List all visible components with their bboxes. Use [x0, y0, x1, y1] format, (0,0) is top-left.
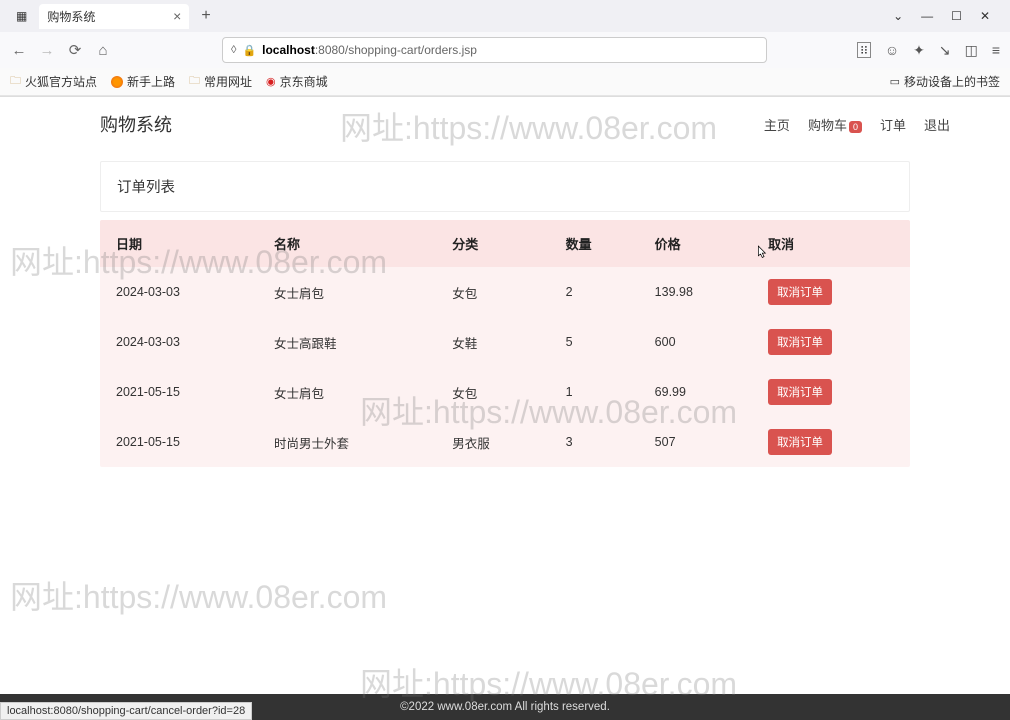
- cell-date: 2024-03-03: [100, 317, 262, 367]
- col-price: 价格: [643, 220, 756, 267]
- col-category: 分类: [440, 220, 553, 267]
- top-nav: 购物系统 主页 购物车0 订单 退出: [0, 97, 1010, 151]
- cancel-order-button[interactable]: 取消订单: [768, 379, 832, 405]
- minimize-icon[interactable]: —: [921, 9, 933, 23]
- cell-price: 69.99: [643, 367, 756, 417]
- cell-price: 600: [643, 317, 756, 367]
- cell-date: 2024-03-03: [100, 267, 262, 317]
- cell-qty: 1: [554, 367, 643, 417]
- nav-home[interactable]: 主页: [764, 115, 790, 134]
- status-bar: localhost:8080/shopping-cart/cancel-orde…: [0, 702, 252, 720]
- cell-name: 时尚男士外套: [262, 417, 440, 467]
- mobile-icon: ▭: [890, 75, 900, 88]
- folder-icon: 🗀: [10, 72, 21, 91]
- bookmark-jd[interactable]: ◉京东商城: [266, 73, 328, 90]
- orders-table-wrap: 日期 名称 分类 数量 价格 取消 2024-03-03女士肩包女包2139.9…: [100, 220, 910, 467]
- reader-icon[interactable]: ⁝⁝: [857, 42, 871, 58]
- nav-links: 主页 购物车0 订单 退出: [764, 115, 950, 134]
- col-date: 日期: [100, 220, 262, 267]
- chevron-down-icon[interactable]: ⌄: [893, 9, 903, 23]
- nav-orders[interactable]: 订单: [880, 115, 906, 134]
- browser-tab[interactable]: 购物系统 ×: [39, 4, 189, 29]
- cell-date: 2021-05-15: [100, 417, 262, 467]
- tab-bar: ▦ 购物系统 × + ⌄ — ☐ ✕: [0, 0, 1010, 32]
- cell-action: 取消订单: [756, 367, 910, 417]
- table-row: 2024-03-03女士肩包女包2139.98 取消订单: [100, 267, 910, 317]
- folder-icon: 🗀: [189, 72, 200, 91]
- cell-date: 2021-05-15: [100, 367, 262, 417]
- table-row: 2021-05-15时尚男士外套男衣服3507 取消订单: [100, 417, 910, 467]
- card-title: 订单列表: [100, 161, 910, 212]
- cell-action: 取消订单: [756, 417, 910, 467]
- cell-qty: 2: [554, 267, 643, 317]
- close-window-icon[interactable]: ✕: [980, 9, 990, 23]
- cart-badge: 0: [849, 121, 862, 133]
- col-qty: 数量: [554, 220, 643, 267]
- cell-category: 女包: [440, 267, 553, 317]
- cell-name: 女士肩包: [262, 367, 440, 417]
- extensions-icon[interactable]: ✦: [913, 42, 925, 59]
- address-bar[interactable]: ◊ 🔒 localhost:8080/shopping-cart/orders.…: [222, 37, 767, 63]
- tab-title: 购物系统: [47, 8, 95, 25]
- cancel-order-button[interactable]: 取消订单: [768, 429, 832, 455]
- nav-cart[interactable]: 购物车0: [808, 115, 862, 134]
- cell-category: 女鞋: [440, 317, 553, 367]
- lock-icon: 🔒: [242, 44, 256, 57]
- cell-name: 女士高跟鞋: [262, 317, 440, 367]
- brand-title: 购物系统: [100, 111, 172, 137]
- page-content: 购物系统 主页 购物车0 订单 退出 订单列表 日期 名称 分类 数量 价格 取…: [0, 97, 1010, 695]
- cell-action: 取消订单: [756, 267, 910, 317]
- bookmark-mobile[interactable]: ▭移动设备上的书签: [890, 73, 1000, 90]
- account-icon[interactable]: ☺: [885, 42, 899, 59]
- cell-category: 女包: [440, 367, 553, 417]
- reload-button[interactable]: ⟳: [66, 41, 84, 59]
- menu-icon[interactable]: ≡: [992, 42, 1000, 59]
- cancel-order-button[interactable]: 取消订单: [768, 329, 832, 355]
- cell-name: 女士肩包: [262, 267, 440, 317]
- home-button[interactable]: ⌂: [94, 42, 112, 59]
- jd-icon: ◉: [266, 75, 276, 88]
- forward-button: →: [38, 42, 56, 59]
- new-tab-button[interactable]: +: [193, 7, 218, 25]
- maximize-icon[interactable]: ☐: [951, 9, 962, 23]
- bookmark-common[interactable]: 🗀常用网址: [189, 72, 252, 91]
- col-name: 名称: [262, 220, 440, 267]
- close-tab-icon[interactable]: ×: [173, 8, 181, 24]
- table-row: 2024-03-03女士高跟鞋女鞋5600 取消订单: [100, 317, 910, 367]
- col-cancel: 取消: [756, 220, 910, 267]
- cell-category: 男衣服: [440, 417, 553, 467]
- nav-logout[interactable]: 退出: [924, 115, 950, 134]
- sidebar-icon[interactable]: ◫: [965, 42, 978, 59]
- url-bar: ← → ⟳ ⌂ ◊ 🔒 localhost:8080/shopping-cart…: [0, 32, 1010, 68]
- firefox-icon: [111, 76, 123, 88]
- table-row: 2021-05-15女士肩包女包169.99 取消订单: [100, 367, 910, 417]
- cancel-order-button[interactable]: 取消订单: [768, 279, 832, 305]
- window-controls: ⌄ — ☐ ✕: [893, 9, 1002, 23]
- cell-action: 取消订单: [756, 317, 910, 367]
- cell-qty: 5: [554, 317, 643, 367]
- shield-icon: ◊: [231, 44, 236, 56]
- url-text: localhost:8080/shopping-cart/orders.jsp: [262, 43, 477, 57]
- bookmark-firefox[interactable]: 🗀火狐官方站点: [10, 72, 97, 91]
- watermark: 网址:https://www.08er.com: [10, 572, 387, 618]
- library-icon[interactable]: ↘: [939, 42, 951, 59]
- bookmark-bar: 🗀火狐官方站点 新手上路 🗀常用网址 ◉京东商城 ▭移动设备上的书签: [0, 68, 1010, 96]
- toolbar-right: ☺ ✦ ↘ ◫ ≡: [885, 42, 1000, 59]
- browser-chrome: ▦ 购物系统 × + ⌄ — ☐ ✕ ← → ⟳ ⌂ ◊ 🔒 localhost…: [0, 0, 1010, 97]
- cell-price: 139.98: [643, 267, 756, 317]
- cell-qty: 3: [554, 417, 643, 467]
- back-button[interactable]: ←: [10, 42, 28, 59]
- view-history-icon[interactable]: ▦: [8, 5, 35, 27]
- table-header-row: 日期 名称 分类 数量 价格 取消: [100, 220, 910, 267]
- cell-price: 507: [643, 417, 756, 467]
- bookmark-getting-started[interactable]: 新手上路: [111, 73, 175, 90]
- orders-card: 订单列表 日期 名称 分类 数量 价格 取消 2024-03-03女士肩包女包2…: [100, 161, 910, 467]
- orders-table: 日期 名称 分类 数量 价格 取消 2024-03-03女士肩包女包2139.9…: [100, 220, 910, 467]
